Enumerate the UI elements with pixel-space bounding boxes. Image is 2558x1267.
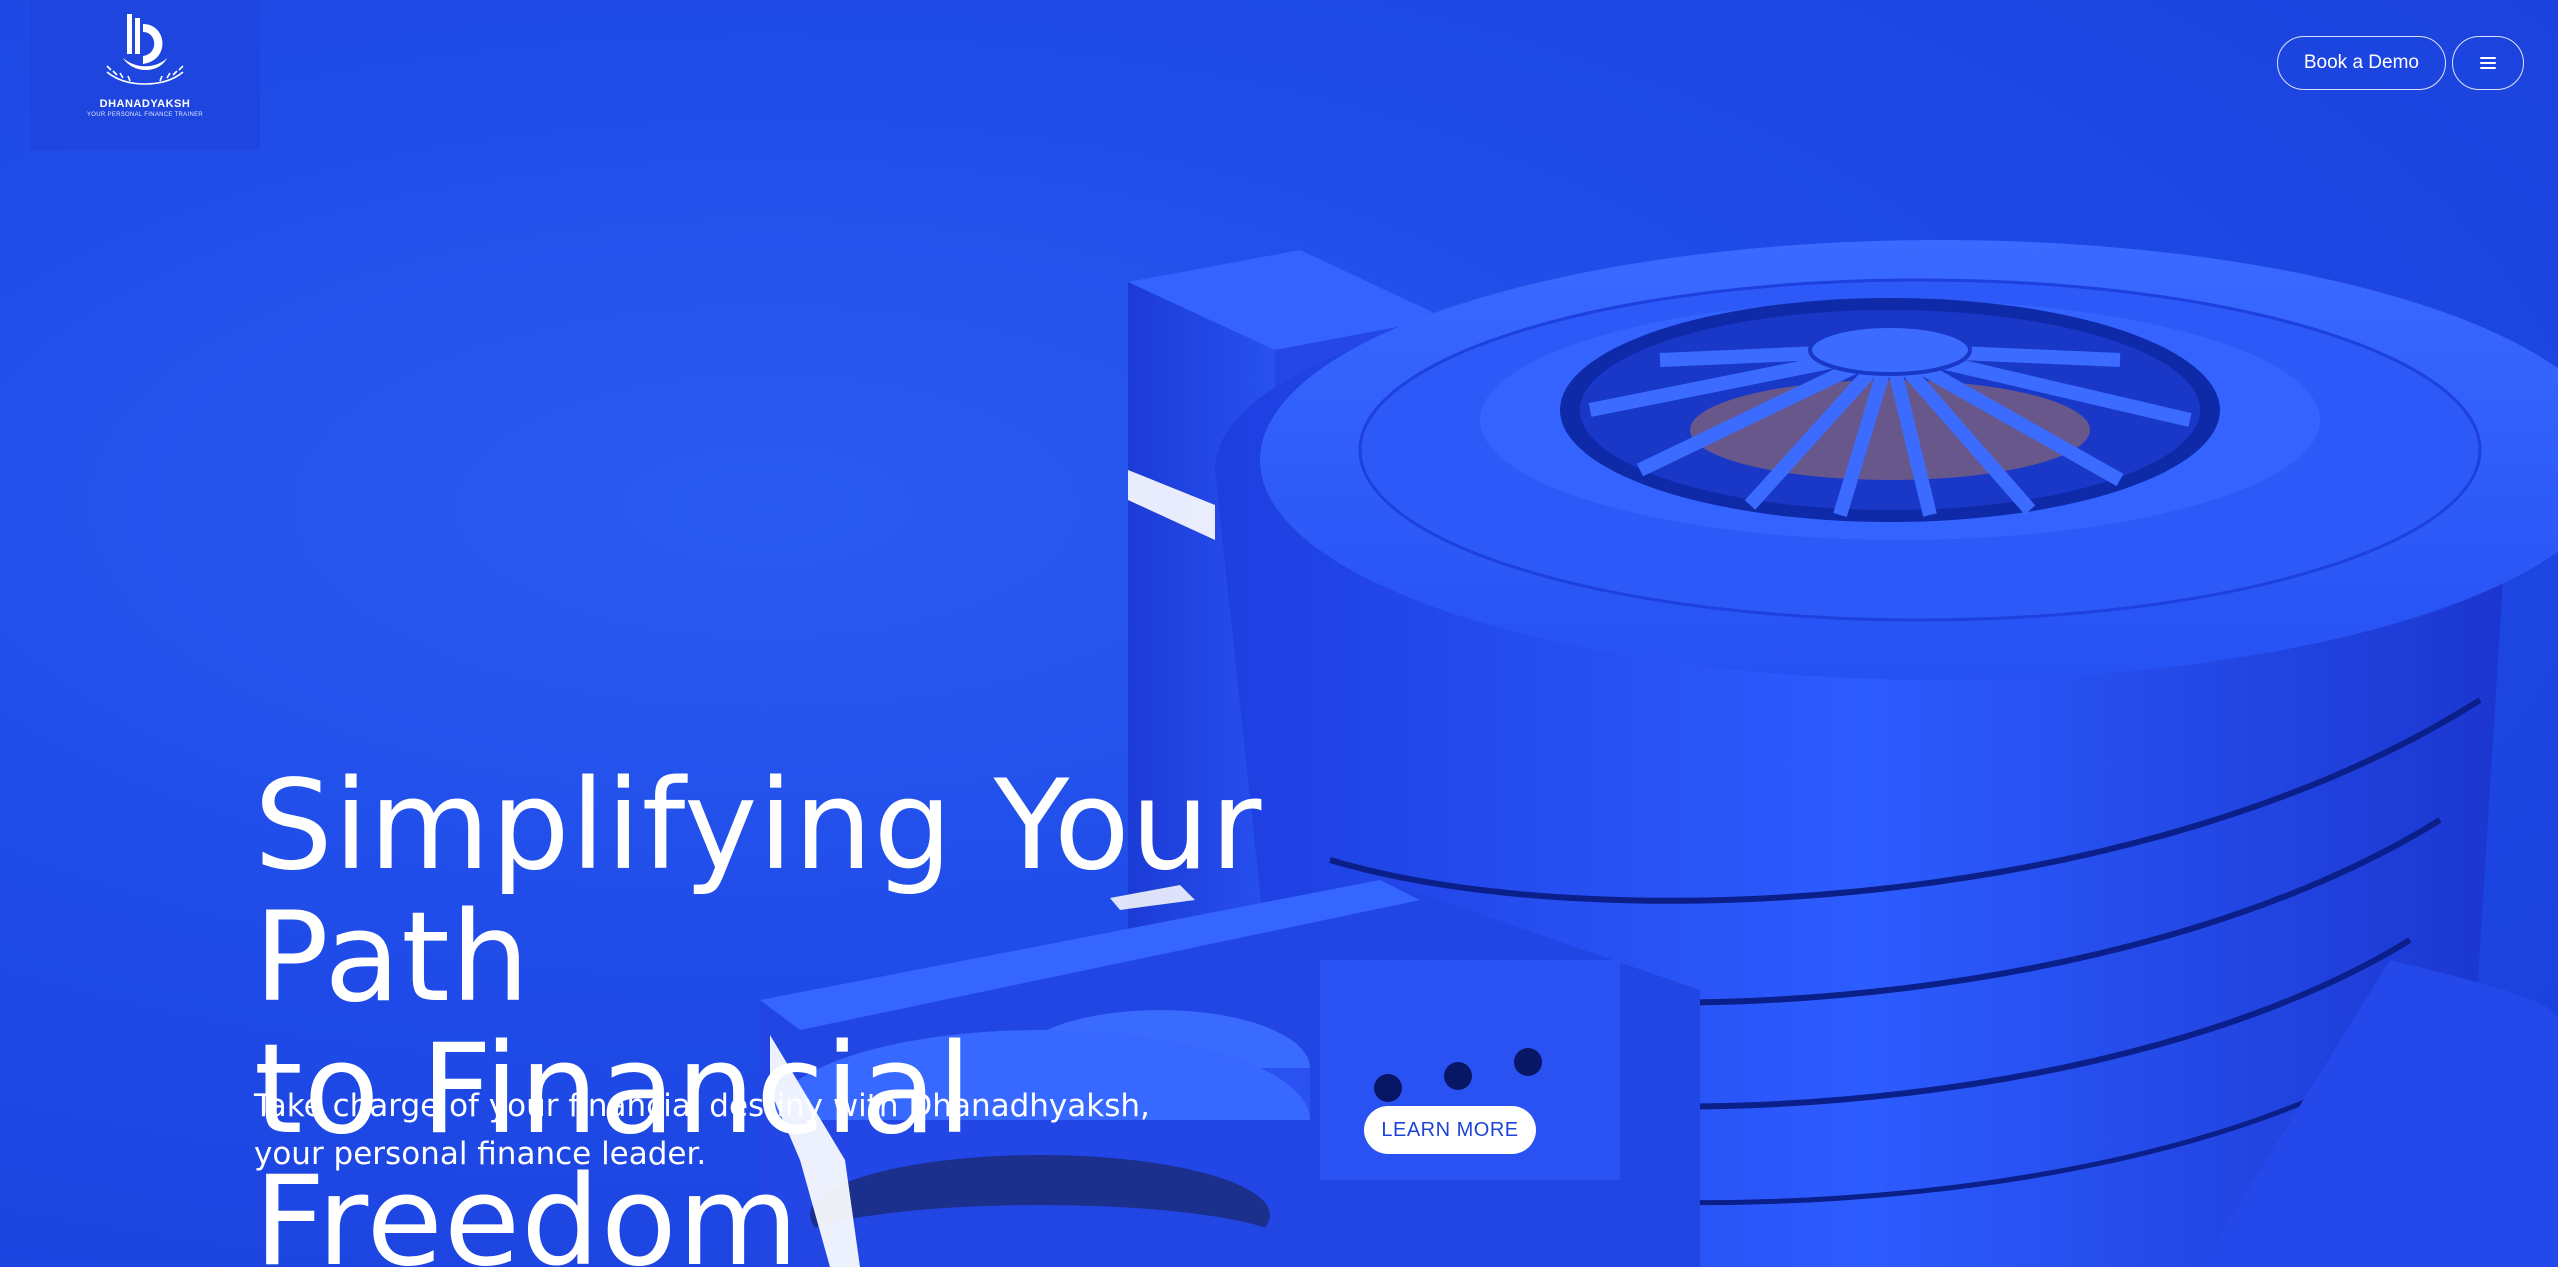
hero-headline: Simplifying Your Path to Financial Freed… [254,760,1554,1267]
header-actions: Book a Demo [2276,36,2524,90]
book-demo-button[interactable]: Book a Demo [2276,36,2446,90]
hamburger-menu-icon [2480,57,2496,69]
hero-subtext-line-1: Take charge of your financial destiny wi… [254,1088,1150,1124]
hero-subtext: Take charge of your financial destiny wi… [254,1082,1154,1178]
brand-logo[interactable]: DHANADYAKSH YOUR PERSONAL FINANCE TRAINE… [30,0,260,150]
brand-logo-mark-icon [106,14,184,85]
hero-subtext-line-2: your personal finance leader. [254,1136,707,1172]
hero-headline-line-1: Simplifying Your Path [254,754,1263,1030]
learn-more-button[interactable]: LEARN MORE [1364,1106,1536,1154]
menu-button[interactable] [2452,36,2524,90]
brand-tagline: YOUR PERSONAL FINANCE TRAINER [86,112,204,118]
hero-section: DHANADYAKSH YOUR PERSONAL FINANCE TRAINE… [0,0,2558,1267]
brand-name: DHANADYAKSH [99,98,191,110]
